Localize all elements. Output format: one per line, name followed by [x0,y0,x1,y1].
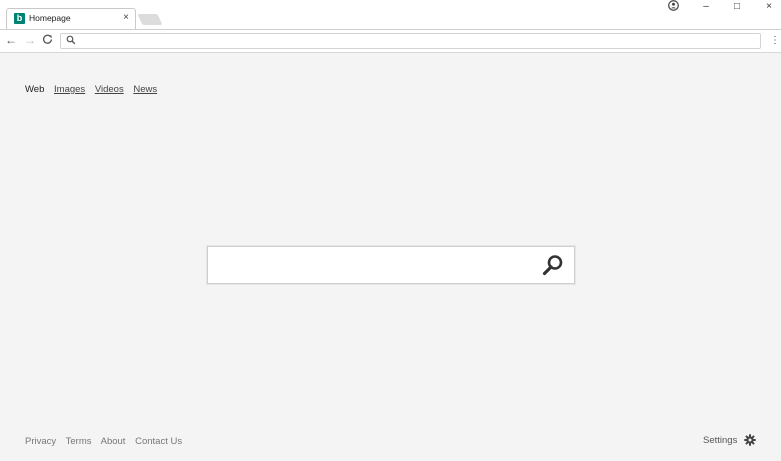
nav-news[interactable]: News [133,84,157,95]
footer-links: Privacy Terms About Contact Us [25,436,189,447]
settings-label: Settings [703,435,738,446]
footer-contact-us[interactable]: Contact Us [135,436,182,447]
forward-button[interactable]: → [24,33,36,47]
footer-terms[interactable]: Terms [66,436,92,447]
address-input[interactable] [79,34,749,48]
nav-web[interactable]: Web [25,84,44,95]
tab-close-icon[interactable]: × [123,12,129,24]
nav-images[interactable]: Images [54,84,85,95]
new-tab-button[interactable] [137,14,163,25]
search-box [207,246,575,284]
tab-strip: b Homepage × – □ × [0,0,781,29]
footer-about[interactable]: About [101,436,126,447]
menu-icon[interactable]: ⋮ [770,34,780,48]
footer-privacy[interactable]: Privacy [25,436,56,447]
search-input[interactable] [216,255,536,275]
address-bar[interactable] [60,33,761,49]
maximize-button[interactable]: □ [730,1,744,12]
tab-title: Homepage [29,13,71,23]
close-window-button[interactable]: × [762,1,776,12]
reload-button[interactable] [42,33,53,48]
browser-toolbar: ← → ⋮ [0,29,781,53]
settings-button[interactable]: Settings [703,434,756,446]
account-icon[interactable] [666,0,680,14]
search-button[interactable] [541,253,565,277]
minimize-button[interactable]: – [699,1,713,12]
search-icon [542,255,563,276]
search-icon [66,35,76,45]
nav-videos[interactable]: Videos [95,84,124,95]
gear-icon [744,434,756,446]
reload-icon [42,34,53,44]
back-button[interactable]: ← [5,33,17,47]
vertical-nav: Web Images Videos News [25,84,164,95]
bing-logo-icon: b [14,13,25,24]
tab-homepage[interactable]: b Homepage × [6,8,136,29]
